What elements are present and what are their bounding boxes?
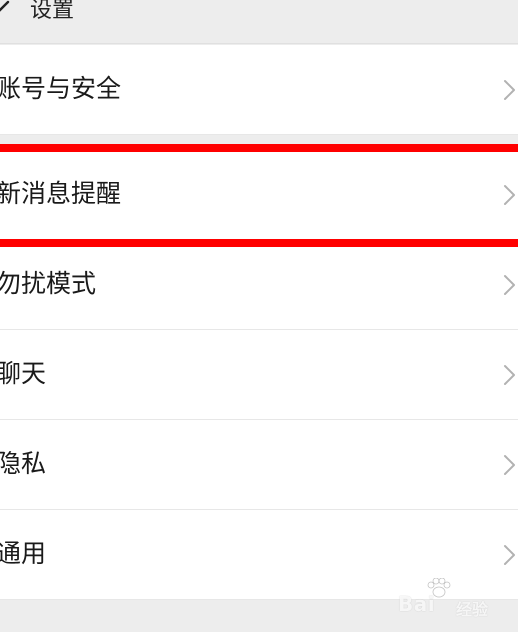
chevron-right-icon	[504, 545, 515, 565]
settings-item-account-security[interactable]: 账号与安全	[0, 45, 518, 135]
page-title: 设置	[30, 0, 75, 23]
settings-item-label: 聊天	[0, 359, 47, 388]
settings-item-new-message-notifications[interactable]: 新消息提醒	[0, 150, 518, 240]
chevron-right-icon	[504, 185, 515, 205]
settings-item-label: 勿扰模式	[0, 269, 97, 298]
settings-screen: 设置 账号与安全 新消息提醒 勿扰模式 聊天 隐私 通用 Bai 经验	[0, 0, 518, 632]
settings-item-label: 账号与安全	[0, 74, 122, 103]
baidu-jingyan-watermark: Bai 经验	[398, 578, 518, 619]
settings-item-label: 新消息提醒	[0, 179, 122, 208]
settings-item-label: 通用	[0, 539, 47, 568]
settings-item-do-not-disturb[interactable]: 勿扰模式	[0, 240, 518, 330]
nav-header: 设置	[0, 0, 518, 44]
settings-item-label: 隐私	[0, 449, 47, 478]
chevron-right-icon	[504, 80, 515, 100]
back-arrow-icon[interactable]	[0, 0, 14, 22]
watermark-text: Bai	[398, 592, 436, 616]
watermark-subtext: 经验	[456, 600, 489, 619]
chevron-right-icon	[504, 275, 515, 295]
chevron-right-icon	[504, 365, 515, 385]
chevron-right-icon	[504, 455, 515, 475]
settings-item-chat[interactable]: 聊天	[0, 330, 518, 420]
settings-item-privacy[interactable]: 隐私	[0, 420, 518, 510]
